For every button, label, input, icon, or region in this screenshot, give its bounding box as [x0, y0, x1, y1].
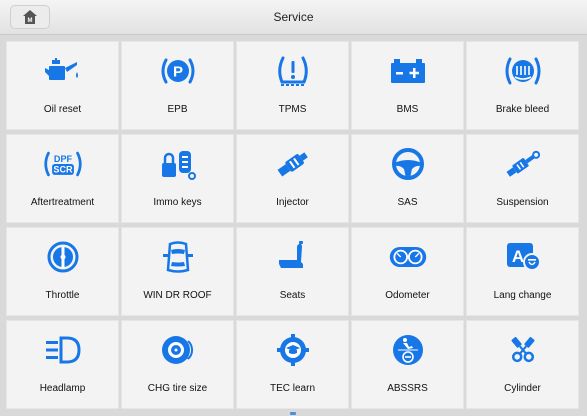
abs-srs-icon	[388, 331, 428, 369]
tile-win-dr-roof[interactable]: WIN DR ROOF	[121, 227, 234, 316]
seat-icon	[273, 238, 313, 276]
oil-can-icon	[43, 52, 83, 90]
tile-label: CHG tire size	[147, 383, 208, 394]
tile-lang-change[interactable]: A Lang change	[466, 227, 579, 316]
tile-label: Oil reset	[43, 104, 82, 115]
tile-suspension[interactable]: Suspension	[466, 134, 579, 223]
tile-label: Immo keys	[153, 197, 202, 208]
tile-tpms[interactable]: TPMS	[236, 41, 349, 130]
tile-label: Seats	[279, 290, 306, 301]
headlamp-icon	[43, 331, 83, 369]
tile-label: Odometer	[385, 290, 430, 301]
cylinder-icon	[503, 331, 543, 369]
parking-brake-icon: P	[158, 52, 198, 90]
dpf-scr-icon: DPF SCR	[43, 145, 83, 183]
tile-sas[interactable]: SAS	[351, 134, 464, 223]
tile-label: BMS	[396, 104, 419, 115]
language-icon: A	[503, 238, 543, 276]
suspension-icon	[503, 145, 543, 183]
tile-brake-bleed[interactable]: Brake bleed	[466, 41, 579, 130]
car-top-view-icon	[158, 238, 198, 276]
tile-label: WIN DR ROOF	[143, 290, 212, 301]
tile-label: Aftertreatment	[30, 197, 95, 208]
epb-letter: P	[173, 64, 183, 81]
tile-bms[interactable]: BMS	[351, 41, 464, 130]
tire-pressure-icon	[273, 52, 313, 90]
tile-label: Headlamp	[39, 383, 86, 394]
tile-label: ABSSRS	[387, 383, 428, 394]
tile-label: Throttle	[45, 290, 80, 301]
tile-label: Brake bleed	[495, 104, 550, 115]
steering-wheel-icon	[388, 145, 428, 183]
tile-label: Lang change	[493, 290, 552, 301]
tile-chg-tire-size[interactable]: CHG tire size	[121, 320, 234, 409]
top-bar: M Service	[0, 0, 587, 35]
tile-label: TPMS	[278, 104, 307, 115]
tile-epb[interactable]: P EPB	[121, 41, 234, 130]
tile-immo-keys[interactable]: Immo keys	[121, 134, 234, 223]
tile-seats[interactable]: Seats	[236, 227, 349, 316]
tile-label: Suspension	[496, 197, 549, 208]
tile-throttle[interactable]: Throttle	[6, 227, 119, 316]
tire-size-icon	[158, 331, 198, 369]
tile-label: SAS	[397, 197, 418, 208]
page-title: Service	[273, 10, 314, 24]
tile-abssrs[interactable]: ABSSRS	[351, 320, 464, 409]
lang-letter: A	[512, 247, 524, 266]
brake-bleed-icon	[503, 52, 543, 90]
dpf-text: DPF	[54, 154, 73, 164]
tile-label: Injector	[276, 197, 309, 208]
tile-aftertreatment[interactable]: DPF SCR Aftertreatment	[6, 134, 119, 223]
odometer-icon	[388, 238, 428, 276]
service-grid: Oil reset P EPB TPMS BMS Brake bleed DPF…	[6, 41, 581, 411]
throttle-icon	[43, 238, 83, 276]
scr-text: SCR	[53, 165, 73, 175]
battery-icon	[388, 52, 428, 90]
tile-headlamp[interactable]: Headlamp	[6, 320, 119, 409]
tile-label: TEC learn	[269, 383, 315, 394]
tec-learn-icon	[273, 331, 313, 369]
tile-tec-learn[interactable]: TEC learn	[236, 320, 349, 409]
tile-label: Cylinder	[504, 383, 541, 394]
tile-oil-reset[interactable]: Oil reset	[6, 41, 119, 130]
tile-label: EPB	[167, 104, 188, 115]
immo-keys-icon	[158, 145, 198, 183]
injector-icon	[273, 145, 313, 183]
tile-injector[interactable]: Injector	[236, 134, 349, 223]
tile-odometer[interactable]: Odometer	[351, 227, 464, 316]
tile-cylinder[interactable]: Cylinder	[466, 320, 579, 409]
page-indicator	[290, 412, 296, 415]
